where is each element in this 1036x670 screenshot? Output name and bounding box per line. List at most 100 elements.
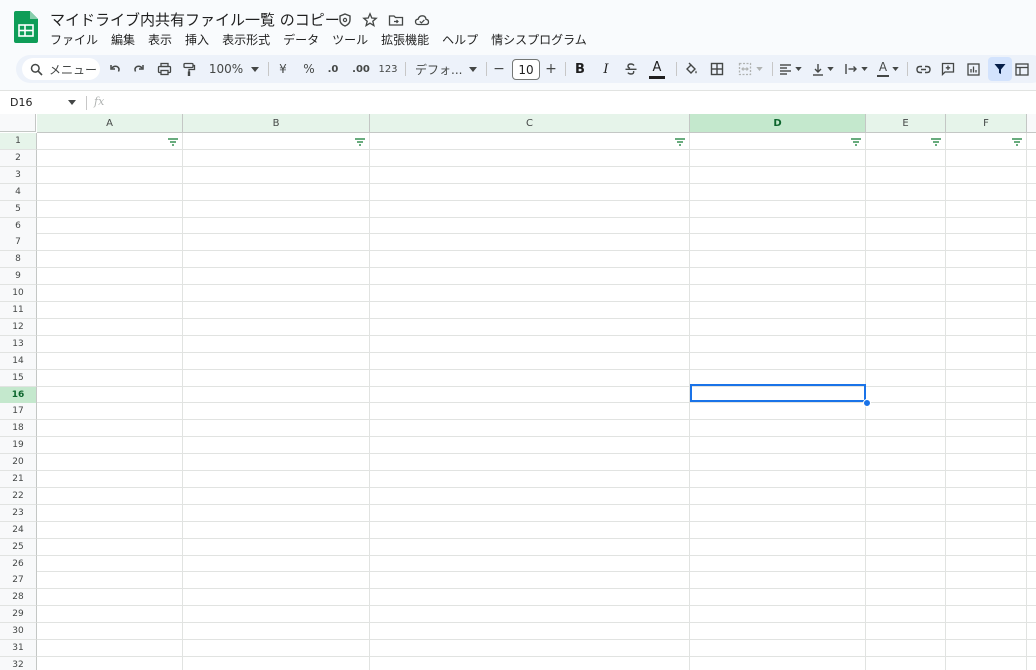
- font-size-input[interactable]: 10: [512, 59, 540, 80]
- row-header-7[interactable]: 7: [0, 234, 37, 252]
- row-header-23[interactable]: 23: [0, 504, 37, 522]
- horizontal-align-button[interactable]: [776, 55, 804, 83]
- column-filter-icon[interactable]: [931, 138, 941, 146]
- percent-format-button[interactable]: %: [300, 55, 318, 83]
- row-header-1[interactable]: 1: [0, 133, 37, 150]
- row-header-24[interactable]: 24: [0, 521, 37, 539]
- row-header-16[interactable]: 16: [0, 386, 37, 404]
- star-icon[interactable]: [362, 12, 378, 28]
- row-header-11[interactable]: 11: [0, 302, 37, 319]
- row-header-21[interactable]: 21: [0, 471, 37, 488]
- row-header-6[interactable]: 6: [0, 217, 37, 235]
- row-header-8[interactable]: 8: [0, 251, 37, 269]
- filter-button[interactable]: [988, 57, 1012, 81]
- undo-button[interactable]: [104, 55, 126, 83]
- more-formats-button[interactable]: 123: [376, 55, 400, 83]
- column-filter-icon[interactable]: [1012, 138, 1022, 146]
- row-header-25[interactable]: 25: [0, 538, 37, 556]
- zoom-select[interactable]: 100%: [206, 55, 262, 83]
- chevron-down-icon: [755, 67, 763, 71]
- row-header-31[interactable]: 31: [0, 640, 37, 657]
- vertical-align-button[interactable]: [809, 55, 837, 83]
- row-header-4[interactable]: 4: [0, 183, 37, 201]
- row-header-3[interactable]: 3: [0, 166, 37, 184]
- spreadsheet-grid[interactable]: A B C D E F 1 2 3 4 5 6 7 8 9 10 11 12 13 14 15 16 17 18 19 20 21 2…: [0, 114, 1036, 670]
- menu-view[interactable]: 表示: [148, 31, 172, 47]
- text-wrapping-button[interactable]: [842, 55, 870, 83]
- menu-format[interactable]: 表示形式: [222, 31, 270, 47]
- text-rotation-button[interactable]: A: [874, 55, 902, 83]
- column-filter-icon[interactable]: [851, 138, 861, 146]
- italic-button[interactable]: I: [596, 55, 616, 83]
- column-header-b[interactable]: B: [183, 114, 370, 133]
- row-header-17[interactable]: 17: [0, 403, 37, 421]
- insert-chart-button[interactable]: [962, 55, 984, 83]
- menu-insert[interactable]: 挿入: [185, 31, 209, 47]
- insert-link-button[interactable]: [912, 55, 934, 83]
- currency-format-button[interactable]: ¥: [274, 55, 292, 83]
- row-header-22[interactable]: 22: [0, 487, 37, 505]
- select-all-corner[interactable]: [0, 114, 36, 132]
- row-header-18[interactable]: 18: [0, 420, 37, 438]
- row-header-2[interactable]: 2: [0, 149, 37, 167]
- fill-color-button[interactable]: [680, 55, 702, 83]
- filter-views-button[interactable]: [1015, 55, 1029, 83]
- menu-custom-program[interactable]: 情シスプログラム: [491, 31, 587, 47]
- column-header-a[interactable]: A: [37, 114, 183, 133]
- menu-edit[interactable]: 編集: [111, 31, 135, 47]
- column-filter-icon[interactable]: [168, 138, 178, 146]
- insert-comment-button[interactable]: [937, 55, 959, 83]
- text-color-button[interactable]: A: [646, 55, 668, 83]
- increase-decimal-button[interactable]: .00: [348, 55, 374, 83]
- column-filter-icon[interactable]: [355, 138, 365, 146]
- paint-format-button[interactable]: [178, 55, 200, 83]
- column-header-e[interactable]: E: [866, 114, 946, 133]
- column-header-d[interactable]: D: [690, 114, 866, 133]
- row-header-29[interactable]: 29: [0, 606, 37, 624]
- cloud-status-icon[interactable]: [414, 12, 430, 28]
- row-header-26[interactable]: 26: [0, 555, 37, 573]
- row-header-5[interactable]: 5: [0, 200, 37, 218]
- row-header-27[interactable]: 27: [0, 572, 37, 590]
- search-menus-button[interactable]: メニュー: [22, 58, 100, 80]
- menu-data[interactable]: データ: [283, 31, 319, 47]
- column-filter-icon[interactable]: [675, 138, 685, 146]
- column-header-c[interactable]: C: [370, 114, 690, 133]
- row-header-32[interactable]: 32: [0, 656, 37, 670]
- column-header-next[interactable]: [1027, 114, 1036, 133]
- row-header-14[interactable]: 14: [0, 352, 37, 370]
- row-header-12[interactable]: 12: [0, 318, 37, 336]
- row-header-9[interactable]: 9: [0, 268, 37, 286]
- row-header-28[interactable]: 28: [0, 589, 37, 607]
- menu-tools[interactable]: ツール: [332, 31, 368, 47]
- borders-button[interactable]: [706, 55, 728, 83]
- font-family-select[interactable]: デフォ...: [411, 55, 479, 83]
- row-header-15[interactable]: 15: [0, 369, 37, 387]
- name-box[interactable]: D16: [10, 96, 32, 109]
- shield-icon[interactable]: [337, 12, 353, 28]
- strikethrough-button[interactable]: [621, 55, 641, 83]
- sheets-logo-icon[interactable]: [14, 11, 38, 43]
- column-header-f[interactable]: F: [946, 114, 1027, 133]
- formula-input[interactable]: [112, 93, 1012, 113]
- fill-handle[interactable]: [863, 399, 871, 407]
- print-button[interactable]: [153, 55, 175, 83]
- decrease-font-size-button[interactable]: −: [490, 55, 508, 83]
- chevron-down-icon[interactable]: [68, 100, 76, 105]
- menu-file[interactable]: ファイル: [50, 31, 98, 47]
- bold-button[interactable]: B: [570, 55, 590, 83]
- merge-cells-button[interactable]: [732, 55, 768, 83]
- menu-help[interactable]: ヘルプ: [442, 31, 478, 47]
- selected-cell-d16[interactable]: [690, 384, 866, 402]
- decrease-decimal-button[interactable]: .0: [322, 55, 344, 83]
- row-header-20[interactable]: 20: [0, 454, 37, 472]
- row-header-30[interactable]: 30: [0, 623, 37, 641]
- row-header-19[interactable]: 19: [0, 437, 37, 455]
- move-folder-icon[interactable]: [388, 12, 404, 28]
- menu-extensions[interactable]: 拡張機能: [381, 31, 429, 47]
- document-title[interactable]: マイドライブ内共有ファイル一覧 のコピー: [50, 9, 340, 30]
- row-header-13[interactable]: 13: [0, 335, 37, 353]
- row-header-10[interactable]: 10: [0, 285, 37, 303]
- redo-button[interactable]: [128, 55, 150, 83]
- increase-font-size-button[interactable]: +: [542, 55, 560, 83]
